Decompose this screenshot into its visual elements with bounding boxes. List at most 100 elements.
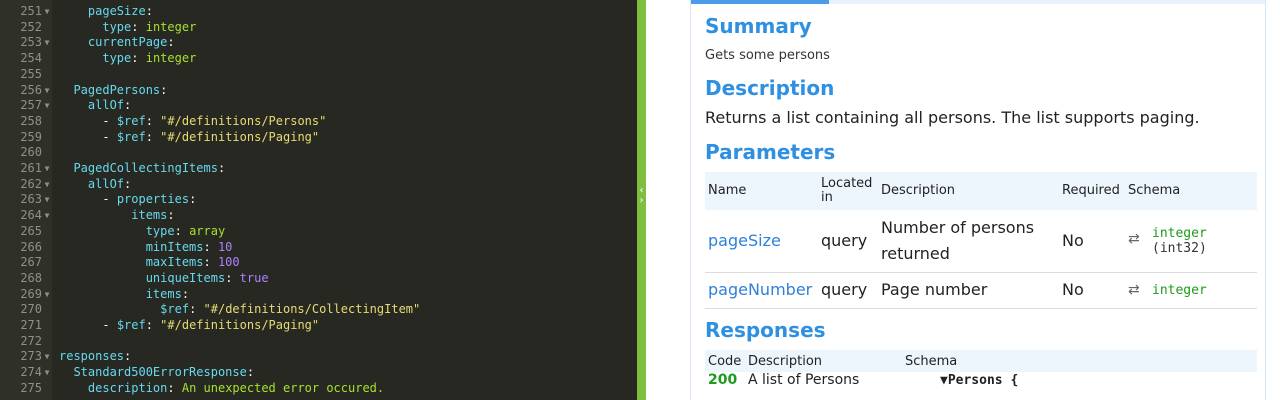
code-line[interactable]: 261 ▼ PagedCollectingItems:: [0, 161, 637, 177]
api-preview-pane: Summary Gets some persons Description Re…: [646, 0, 1280, 400]
operation-tab-bar[interactable]: [691, 0, 1265, 4]
code-token: :: [203, 239, 218, 254]
line-number: 273: [20, 349, 42, 364]
line-number: 255: [20, 66, 42, 81]
fold-arrow-icon[interactable]: ▼: [43, 177, 51, 193]
responses-table: Code Description Schema 200 A list of Pe…: [705, 350, 1257, 396]
code-token: minItems: [145, 239, 204, 254]
schema-type: integer: [1152, 283, 1207, 298]
code-token: responses: [59, 349, 125, 364]
code-token: :: [124, 98, 132, 113]
code-line[interactable]: 254 type: integer: [0, 51, 637, 67]
param-schema: ⇄ integer: [1125, 272, 1257, 308]
code-text: - $ref: "#/definitions/Paging": [59, 318, 319, 334]
code-text: - $ref: "#/definitions/Paging": [59, 130, 319, 146]
code-text: type: integer: [59, 20, 196, 36]
param-required: No: [1062, 280, 1084, 299]
col-schema-header: Schema: [1128, 183, 1181, 198]
code-text: allOf:: [59, 177, 131, 193]
fold-arrow-icon[interactable]: ▼: [43, 287, 51, 303]
fold-arrow-icon[interactable]: ▼: [43, 365, 51, 381]
fold-arrow-icon[interactable]: ▼: [43, 208, 51, 224]
code-token: maxItems: [145, 255, 204, 270]
code-text: currentPage:: [59, 35, 175, 51]
summary-heading: Summary: [705, 14, 812, 38]
param-name-link[interactable]: pageNumber: [708, 280, 812, 299]
code-line[interactable]: 259 - $ref: "#/definitions/Paging": [0, 130, 637, 146]
code-token: currentPage: [87, 35, 168, 50]
code-token: $ref: [116, 113, 146, 128]
pane-splitter[interactable]: ‹ ›: [637, 0, 646, 400]
code-line[interactable]: 275 description: An unexpected error occ…: [0, 381, 637, 397]
code-token: -: [102, 113, 117, 128]
swap-arrows-icon[interactable]: ⇄: [1128, 226, 1152, 252]
code-line[interactable]: 255: [0, 67, 637, 83]
param-name-link[interactable]: pageSize: [708, 231, 781, 250]
collapse-arrows-icon[interactable]: ‹ ›: [637, 186, 646, 216]
code-token: :: [167, 380, 182, 395]
code-line[interactable]: 269 ▼ items:: [0, 287, 637, 303]
fold-arrow-icon[interactable]: ▼: [43, 83, 51, 99]
code-line[interactable]: 260: [0, 145, 637, 161]
code-text: - properties:: [59, 192, 196, 208]
line-number: 272: [20, 333, 42, 348]
fold-arrow-icon[interactable]: ▼: [43, 35, 51, 51]
code-token: $ref: [160, 302, 190, 317]
response-description: A list of Persons: [748, 372, 860, 388]
code-line[interactable]: 262 ▼ allOf:: [0, 177, 637, 193]
schema-toggle[interactable]: ▼Persons {: [940, 373, 1018, 388]
code-token: true: [239, 270, 269, 285]
code-text: items:: [59, 208, 175, 224]
col-description-header: Description: [745, 350, 902, 372]
col-located-in-header: Located in: [821, 176, 873, 205]
fold-arrow-icon[interactable]: ▼: [43, 98, 51, 114]
code-line[interactable]: 266 minItems: 10: [0, 240, 637, 256]
code-line[interactable]: 252 type: integer: [0, 20, 637, 36]
code-token: :: [124, 349, 132, 364]
code-line[interactable]: 274 ▼ Standard500ErrorResponse:: [0, 365, 637, 381]
code-line[interactable]: 273 ▼ responses:: [0, 349, 637, 365]
parameter-row: pageSize query Number of persons returne…: [705, 210, 1257, 272]
response-code: 200: [708, 372, 738, 388]
description-text: Returns a list containing all persons. T…: [705, 108, 1200, 127]
schema-format: (int32): [1152, 240, 1207, 256]
fold-arrow-icon[interactable]: ▼: [43, 161, 51, 177]
code-text: minItems: 10: [59, 239, 233, 256]
line-number: 274: [20, 365, 42, 380]
code-line[interactable]: 264 ▼ items:: [0, 208, 637, 224]
code-line[interactable]: 271 - $ref: "#/definitions/Paging": [0, 318, 637, 334]
response-row: 200 A list of Persons ▼Persons {: [705, 372, 1257, 396]
line-number: 265: [20, 223, 42, 238]
code-line[interactable]: 257 ▼ allOf:: [0, 98, 637, 114]
code-token: array: [189, 223, 226, 238]
fold-arrow-icon[interactable]: ▼: [43, 349, 51, 365]
col-schema-header: Schema: [902, 350, 1257, 372]
code-token: $ref: [116, 318, 146, 332]
code-text: Standard500ErrorResponse:: [59, 365, 254, 381]
fold-arrow-icon[interactable]: ▼: [43, 192, 51, 208]
code-text: allOf:: [59, 98, 131, 114]
code-line[interactable]: 256 ▼ PagedPersons:: [0, 83, 637, 99]
code-text: description: An unexpected error occured…: [59, 381, 384, 397]
code-line[interactable]: 263 ▼ - properties:: [0, 192, 637, 208]
code-token: allOf: [87, 98, 125, 113]
code-line[interactable]: 268 uniqueItems: true: [0, 271, 637, 287]
yaml-editor[interactable]: 251 ▼ pageSize: 252 type: integer 253 ▼ curr…: [0, 0, 637, 400]
code-token: "#/definitions/CollectingItem": [203, 302, 421, 317]
code-line[interactable]: 270 $ref: "#/definitions/CollectingItem": [0, 302, 637, 318]
code-token: :: [167, 208, 175, 223]
code-line[interactable]: 258 - $ref: "#/definitions/Persons": [0, 114, 637, 130]
code-token: Standard500ErrorResponse: [73, 365, 247, 380]
code-line[interactable]: 265 type: array: [0, 224, 637, 240]
code-line[interactable]: 251 ▼ pageSize:: [0, 4, 637, 20]
code-line[interactable]: 253 ▼ currentPage:: [0, 35, 637, 51]
code-token: :: [217, 161, 226, 175]
fold-arrow-icon[interactable]: ▼: [43, 4, 51, 20]
code-line[interactable]: 267 maxItems: 100: [0, 255, 637, 271]
code-line[interactable]: 272: [0, 334, 637, 350]
param-description: Number of persons returned: [881, 217, 1035, 263]
code-token: :: [131, 19, 146, 34]
param-required: No: [1062, 230, 1084, 250]
swap-arrows-icon[interactable]: ⇄: [1128, 277, 1152, 303]
code-token: "#/definitions/Paging": [160, 129, 320, 144]
